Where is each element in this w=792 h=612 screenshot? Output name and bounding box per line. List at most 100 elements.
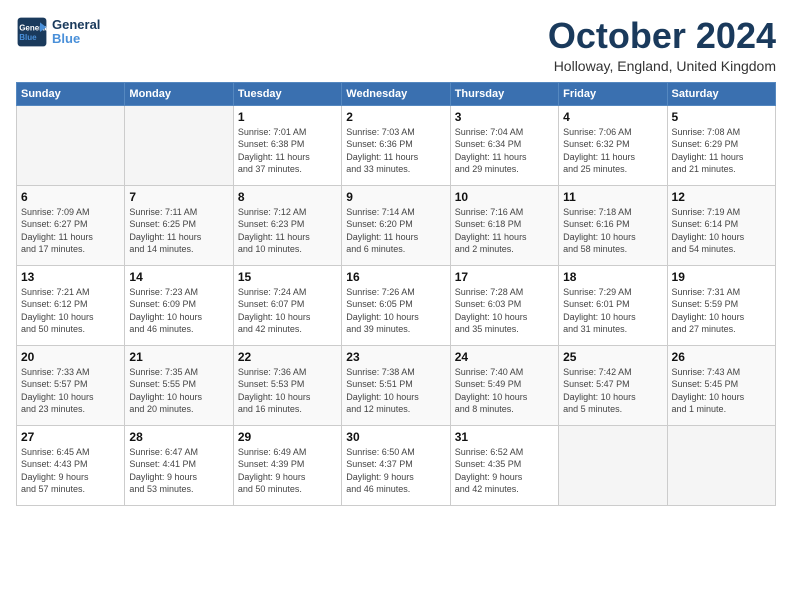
day-info: Sunrise: 7:09 AM Sunset: 6:27 PM Dayligh… xyxy=(21,206,120,256)
calendar-cell: 3 Sunrise: 7:04 AM Sunset: 6:34 PM Daylig… xyxy=(450,105,558,185)
calendar-cell xyxy=(667,425,775,505)
day-number: 12 xyxy=(672,190,771,204)
day-number: 4 xyxy=(563,110,662,124)
calendar-cell: 7 Sunrise: 7:11 AM Sunset: 6:25 PM Daylig… xyxy=(125,185,233,265)
logo-text-general: General xyxy=(52,18,100,32)
calendar-cell: 9Sunrise: 7:14 AM Sunset: 6:20 PM Daylig… xyxy=(342,185,450,265)
day-number: 16 xyxy=(346,270,445,284)
calendar-cell xyxy=(559,425,667,505)
day-number: 9 xyxy=(346,190,445,204)
day-info: Sunrise: 7:08 AM Sunset: 6:29 PM Dayligh… xyxy=(672,126,771,176)
week-row-4: 20Sunrise: 7:33 AM Sunset: 5:57 PM Dayli… xyxy=(17,345,776,425)
day-number: 8 xyxy=(238,190,337,204)
day-number: 2 xyxy=(346,110,445,124)
calendar-cell: 20Sunrise: 7:33 AM Sunset: 5:57 PM Dayli… xyxy=(17,345,125,425)
calendar-cell: 23 Sunrise: 7:38 AM Sunset: 5:51 PM Dayli… xyxy=(342,345,450,425)
day-info: Sunrise: 6:52 AM Sunset: 4:35 PM Dayligh… xyxy=(455,446,554,496)
day-number: 18 xyxy=(563,270,662,284)
calendar-cell: 25 Sunrise: 7:42 AM Sunset: 5:47 PM Dayli… xyxy=(559,345,667,425)
month-title: October 2024 xyxy=(548,16,776,56)
calendar-cell: 31 Sunrise: 6:52 AM Sunset: 4:35 PM Dayli… xyxy=(450,425,558,505)
day-info: Sunrise: 7:40 AM Sunset: 5:49 PM Dayligh… xyxy=(455,366,554,416)
week-row-3: 13Sunrise: 7:21 AM Sunset: 6:12 PM Dayli… xyxy=(17,265,776,345)
header-row: SundayMondayTuesdayWednesdayThursdayFrid… xyxy=(17,82,776,105)
calendar-cell: 24 Sunrise: 7:40 AM Sunset: 5:49 PM Dayli… xyxy=(450,345,558,425)
calendar-cell: 27 Sunrise: 6:45 AM Sunset: 4:43 PM Dayli… xyxy=(17,425,125,505)
header-cell-sunday: Sunday xyxy=(17,82,125,105)
calendar-cell: 11 Sunrise: 7:18 AM Sunset: 6:16 PM Dayli… xyxy=(559,185,667,265)
day-info: Sunrise: 7:23 AM Sunset: 6:09 PM Dayligh… xyxy=(129,286,228,336)
calendar-cell: 17Sunrise: 7:28 AM Sunset: 6:03 PM Dayli… xyxy=(450,265,558,345)
header-cell-saturday: Saturday xyxy=(667,82,775,105)
calendar-cell: 4 Sunrise: 7:06 AM Sunset: 6:32 PM Daylig… xyxy=(559,105,667,185)
header-cell-friday: Friday xyxy=(559,82,667,105)
day-number: 15 xyxy=(238,270,337,284)
day-number: 30 xyxy=(346,430,445,444)
calendar-cell: 19Sunrise: 7:31 AM Sunset: 5:59 PM Dayli… xyxy=(667,265,775,345)
day-number: 31 xyxy=(455,430,554,444)
day-number: 29 xyxy=(238,430,337,444)
day-info: Sunrise: 7:24 AM Sunset: 6:07 PM Dayligh… xyxy=(238,286,337,336)
calendar-cell: 10 Sunrise: 7:16 AM Sunset: 6:18 PM Dayli… xyxy=(450,185,558,265)
header: General Blue General Blue October 2024 H… xyxy=(16,16,776,74)
day-number: 26 xyxy=(672,350,771,364)
calendar-cell: 16 Sunrise: 7:26 AM Sunset: 6:05 PM Dayli… xyxy=(342,265,450,345)
day-info: Sunrise: 6:50 AM Sunset: 4:37 PM Dayligh… xyxy=(346,446,445,496)
calendar-table: SundayMondayTuesdayWednesdayThursdayFrid… xyxy=(16,82,776,506)
logo: General Blue General Blue xyxy=(16,16,100,48)
day-info: Sunrise: 7:06 AM Sunset: 6:32 PM Dayligh… xyxy=(563,126,662,176)
day-number: 1 xyxy=(238,110,337,124)
day-number: 11 xyxy=(563,190,662,204)
day-number: 21 xyxy=(129,350,228,364)
day-number: 7 xyxy=(129,190,228,204)
week-row-2: 6 Sunrise: 7:09 AM Sunset: 6:27 PM Daylig… xyxy=(17,185,776,265)
day-info: Sunrise: 7:11 AM Sunset: 6:25 PM Dayligh… xyxy=(129,206,228,256)
calendar-cell: 2 Sunrise: 7:03 AM Sunset: 6:36 PM Daylig… xyxy=(342,105,450,185)
calendar-cell: 1Sunrise: 7:01 AM Sunset: 6:38 PM Daylig… xyxy=(233,105,341,185)
calendar-cell: 15 Sunrise: 7:24 AM Sunset: 6:07 PM Dayli… xyxy=(233,265,341,345)
location: Holloway, England, United Kingdom xyxy=(548,58,776,74)
calendar-cell: 6 Sunrise: 7:09 AM Sunset: 6:27 PM Daylig… xyxy=(17,185,125,265)
day-number: 22 xyxy=(238,350,337,364)
calendar-cell: 21 Sunrise: 7:35 AM Sunset: 5:55 PM Dayli… xyxy=(125,345,233,425)
day-info: Sunrise: 7:36 AM Sunset: 5:53 PM Dayligh… xyxy=(238,366,337,416)
calendar-cell: 14 Sunrise: 7:23 AM Sunset: 6:09 PM Dayli… xyxy=(125,265,233,345)
header-cell-tuesday: Tuesday xyxy=(233,82,341,105)
day-number: 25 xyxy=(563,350,662,364)
day-number: 3 xyxy=(455,110,554,124)
day-info: Sunrise: 7:12 AM Sunset: 6:23 PM Dayligh… xyxy=(238,206,337,256)
calendar-cell xyxy=(17,105,125,185)
week-row-1: 1Sunrise: 7:01 AM Sunset: 6:38 PM Daylig… xyxy=(17,105,776,185)
day-number: 6 xyxy=(21,190,120,204)
day-info: Sunrise: 7:04 AM Sunset: 6:34 PM Dayligh… xyxy=(455,126,554,176)
logo-text-blue: Blue xyxy=(52,32,100,46)
day-number: 10 xyxy=(455,190,554,204)
day-info: Sunrise: 7:42 AM Sunset: 5:47 PM Dayligh… xyxy=(563,366,662,416)
calendar-cell: 8 Sunrise: 7:12 AM Sunset: 6:23 PM Daylig… xyxy=(233,185,341,265)
day-info: Sunrise: 7:31 AM Sunset: 5:59 PM Dayligh… xyxy=(672,286,771,336)
title-area: October 2024 Holloway, England, United K… xyxy=(548,16,776,74)
day-info: Sunrise: 7:16 AM Sunset: 6:18 PM Dayligh… xyxy=(455,206,554,256)
calendar-cell: 5 Sunrise: 7:08 AM Sunset: 6:29 PM Daylig… xyxy=(667,105,775,185)
day-number: 14 xyxy=(129,270,228,284)
logo-icon: General Blue xyxy=(16,16,48,48)
calendar-cell: 28 Sunrise: 6:47 AM Sunset: 4:41 PM Dayli… xyxy=(125,425,233,505)
day-info: Sunrise: 7:26 AM Sunset: 6:05 PM Dayligh… xyxy=(346,286,445,336)
day-info: Sunrise: 7:35 AM Sunset: 5:55 PM Dayligh… xyxy=(129,366,228,416)
day-info: Sunrise: 7:03 AM Sunset: 6:36 PM Dayligh… xyxy=(346,126,445,176)
calendar-cell: 12Sunrise: 7:19 AM Sunset: 6:14 PM Dayli… xyxy=(667,185,775,265)
day-number: 27 xyxy=(21,430,120,444)
day-info: Sunrise: 7:33 AM Sunset: 5:57 PM Dayligh… xyxy=(21,366,120,416)
day-info: Sunrise: 6:45 AM Sunset: 4:43 PM Dayligh… xyxy=(21,446,120,496)
calendar-cell: 29Sunrise: 6:49 AM Sunset: 4:39 PM Dayli… xyxy=(233,425,341,505)
day-info: Sunrise: 7:18 AM Sunset: 6:16 PM Dayligh… xyxy=(563,206,662,256)
day-number: 28 xyxy=(129,430,228,444)
day-number: 5 xyxy=(672,110,771,124)
day-number: 23 xyxy=(346,350,445,364)
day-number: 24 xyxy=(455,350,554,364)
day-info: Sunrise: 6:47 AM Sunset: 4:41 PM Dayligh… xyxy=(129,446,228,496)
calendar-cell: 30 Sunrise: 6:50 AM Sunset: 4:37 PM Dayli… xyxy=(342,425,450,505)
day-info: Sunrise: 7:38 AM Sunset: 5:51 PM Dayligh… xyxy=(346,366,445,416)
week-row-5: 27 Sunrise: 6:45 AM Sunset: 4:43 PM Dayli… xyxy=(17,425,776,505)
header-cell-monday: Monday xyxy=(125,82,233,105)
